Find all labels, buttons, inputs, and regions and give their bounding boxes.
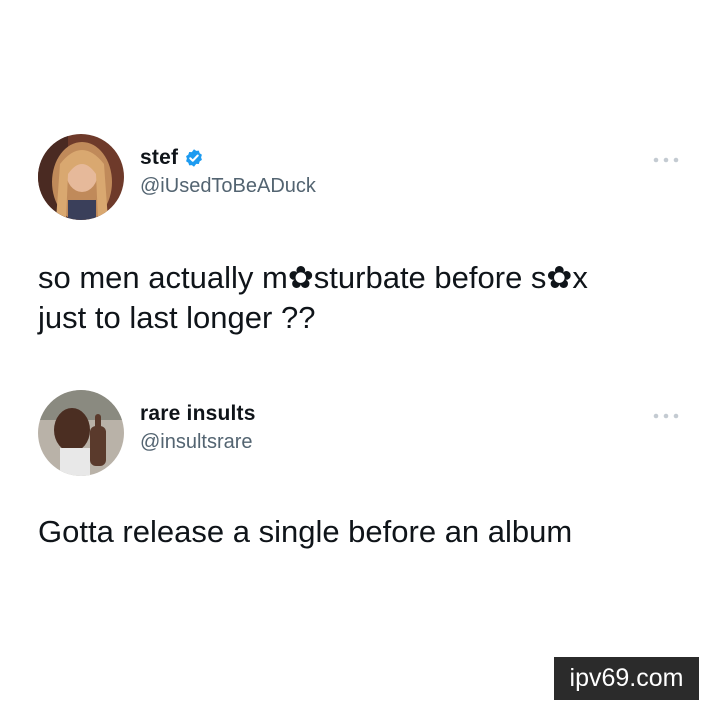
verified-badge-icon [184,148,204,168]
display-name[interactable]: rare insults [140,402,256,426]
more-horizontal-icon[interactable] [652,408,680,419]
user-info: rare insults @insultsrare [140,400,256,454]
display-name[interactable]: stef [140,146,178,170]
user-handle[interactable]: @insultsrare [140,431,256,454]
tweet-text: Gotta release a single before an album [38,514,573,549]
watermark: ipv69.com [554,657,699,700]
tweet-text: so men actually m✿sturbate before s✿x ju… [38,260,588,335]
profile-photo-icon [38,390,124,476]
profile-photo-icon [38,134,124,220]
avatar[interactable] [38,134,124,220]
avatar[interactable] [38,390,124,476]
user-info: stef @iUsedToBeADuck [140,144,316,198]
user-handle[interactable]: @iUsedToBeADuck [140,175,316,198]
more-horizontal-icon[interactable] [652,152,680,163]
